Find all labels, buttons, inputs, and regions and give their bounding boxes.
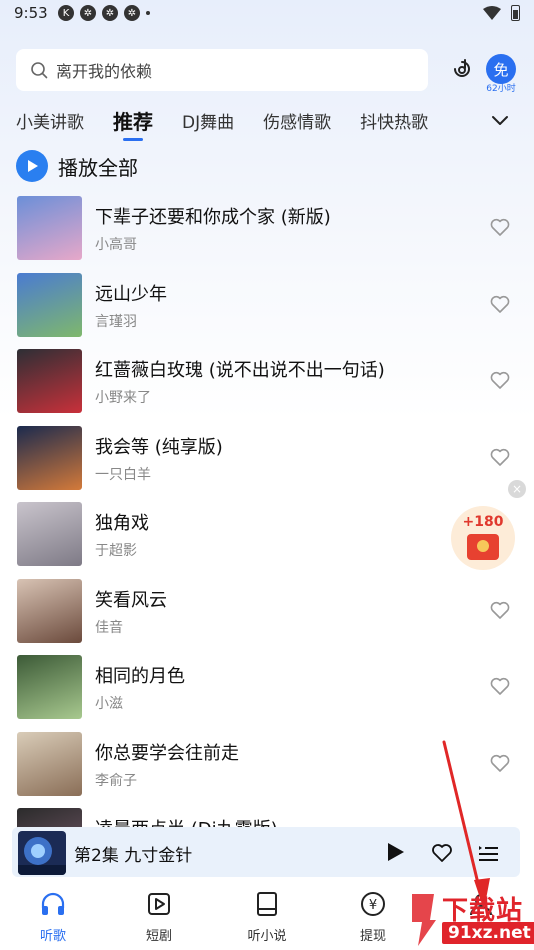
free-badge-label: 免 [486, 54, 516, 84]
tab-hot-songs[interactable]: 抖快热歌 [360, 108, 428, 133]
video-play-icon [148, 893, 170, 915]
heart-icon[interactable] [489, 675, 511, 697]
nav-label: 提现 [359, 929, 386, 944]
heart-icon[interactable] [489, 446, 511, 468]
song-artist: 小野来了 [95, 390, 151, 406]
nav-short-drama[interactable]: 短剧 [124, 891, 194, 944]
status-time: 9:53 [14, 4, 48, 22]
song-title: 远山少年 [95, 283, 167, 305]
song-row[interactable]: 笑看风云 佳音 [0, 578, 534, 655]
battery-icon [511, 5, 520, 21]
song-artist: 于超影 [95, 543, 137, 559]
song-cover [17, 425, 82, 490]
chevron-down-icon[interactable] [490, 110, 510, 130]
system-icons [483, 5, 520, 21]
nav-label: 听小说 [247, 929, 287, 944]
song-title: 相同的月色 [95, 666, 185, 687]
status-bar: 9:53 K ✲ ✲ ✲ [0, 0, 534, 30]
song-row[interactable]: 你总要学会往前走李俞子 [0, 731, 534, 808]
heart-icon[interactable] [489, 369, 511, 391]
song-artist: 李俞子 [95, 772, 137, 789]
pinwheel-icon: ✲ [124, 5, 140, 21]
reward-close-icon[interactable]: × [508, 480, 526, 498]
free-badge-hours: 62小时 [486, 84, 516, 94]
nav-audiobooks[interactable]: 听小说 [232, 891, 302, 944]
play-icon [16, 150, 48, 182]
song-row[interactable]: 相同的月色 小滋 [0, 654, 534, 731]
song-row[interactable]: 远山少年 言瑾羽 [0, 272, 534, 349]
free-listen-badge[interactable]: 免 62小时 [484, 54, 518, 94]
red-envelope-icon [467, 534, 499, 560]
nav-listen-songs[interactable]: 听歌 [18, 891, 88, 944]
song-title: 我会等 (纯享版) [95, 436, 223, 458]
song-row[interactable]: 下辈子还要和你成个家 (新版) 小高哥 [0, 195, 534, 272]
song-title: 你总要学会往前走 [95, 742, 239, 764]
song-cover [17, 731, 82, 796]
song-artist: 小滋 [95, 696, 123, 712]
song-title: 下辈子还要和你成个家 (新版) [95, 207, 331, 228]
reward-bubble[interactable]: +180 [451, 506, 515, 570]
mini-player-title: 第2集 九寸金针 [74, 846, 193, 866]
watermark-domain: 91xz.net [442, 922, 534, 944]
nav-label: 听歌 [39, 929, 66, 944]
song-row[interactable]: 我会等 (纯享版) 一只白羊 [0, 425, 534, 502]
song-artist: 小高哥 [95, 237, 137, 253]
play-icon[interactable] [384, 841, 406, 863]
dot-icon [146, 11, 150, 15]
heart-icon[interactable] [489, 599, 511, 621]
song-cover [17, 196, 82, 260]
song-cover [17, 502, 82, 566]
heart-icon[interactable] [489, 216, 511, 238]
watermark: 下载站 91xz.net [408, 888, 534, 950]
tab-recommend[interactable]: 推荐 [113, 106, 153, 141]
playlist-icon[interactable] [476, 841, 500, 865]
search-input[interactable]: 离开我的依赖 [16, 49, 428, 91]
song-cover [17, 655, 82, 719]
mini-player-cover [18, 831, 66, 875]
pinwheel-icon: ✲ [102, 5, 118, 21]
k-circle-icon: K [58, 5, 74, 21]
yuan-symbol: ¥ [369, 898, 377, 913]
book-icon [257, 892, 277, 916]
search-icon [31, 62, 48, 79]
song-row[interactable]: 红蔷薇白玫瑰 (说不出说不出一句话) 小野来了 [0, 348, 534, 425]
search-placeholder: 离开我的依赖 [56, 62, 153, 81]
heart-icon[interactable] [489, 752, 511, 774]
reward-amount: +180 [462, 514, 504, 530]
heart-icon[interactable] [489, 293, 511, 315]
notification-icons: K ✲ ✲ ✲ [58, 5, 150, 21]
yuan-coin-icon: ¥ [361, 892, 385, 916]
nav-withdraw[interactable]: ¥ 提现 [338, 891, 408, 944]
pinwheel-icon: ✲ [80, 5, 96, 21]
song-title: 红蔷薇白玫瑰 (说不出说不出一句话) [95, 360, 385, 381]
tab-xiaomei[interactable]: 小美讲歌 [16, 108, 84, 133]
song-artist: 一只白羊 [95, 466, 151, 483]
heart-icon[interactable] [430, 841, 454, 865]
tab-sad-songs[interactable]: 伤感情歌 [263, 108, 331, 133]
song-cover [17, 272, 82, 337]
song-artist: 佳音 [95, 619, 123, 636]
wifi-icon [483, 6, 501, 20]
voice-search-icon[interactable] [450, 57, 474, 81]
watermark-logo [412, 894, 436, 946]
song-title: 独角戏 [95, 513, 149, 534]
song-artist: 言瑾羽 [95, 313, 137, 330]
song-title: 笑看风云 [95, 589, 167, 611]
headphones-icon [41, 892, 65, 915]
category-tabs: 小美讲歌 推荐 DJ舞曲 伤感情歌 抖快热歌 [16, 106, 457, 141]
nav-label: 短剧 [145, 929, 172, 944]
play-all-label: 播放全部 [58, 155, 138, 180]
play-all-button[interactable]: 播放全部 [16, 150, 138, 182]
song-cover [17, 578, 82, 643]
song-cover [17, 349, 82, 413]
mini-player[interactable]: 第2集 九寸金针 [12, 827, 520, 877]
tab-dj[interactable]: DJ舞曲 [182, 108, 234, 133]
